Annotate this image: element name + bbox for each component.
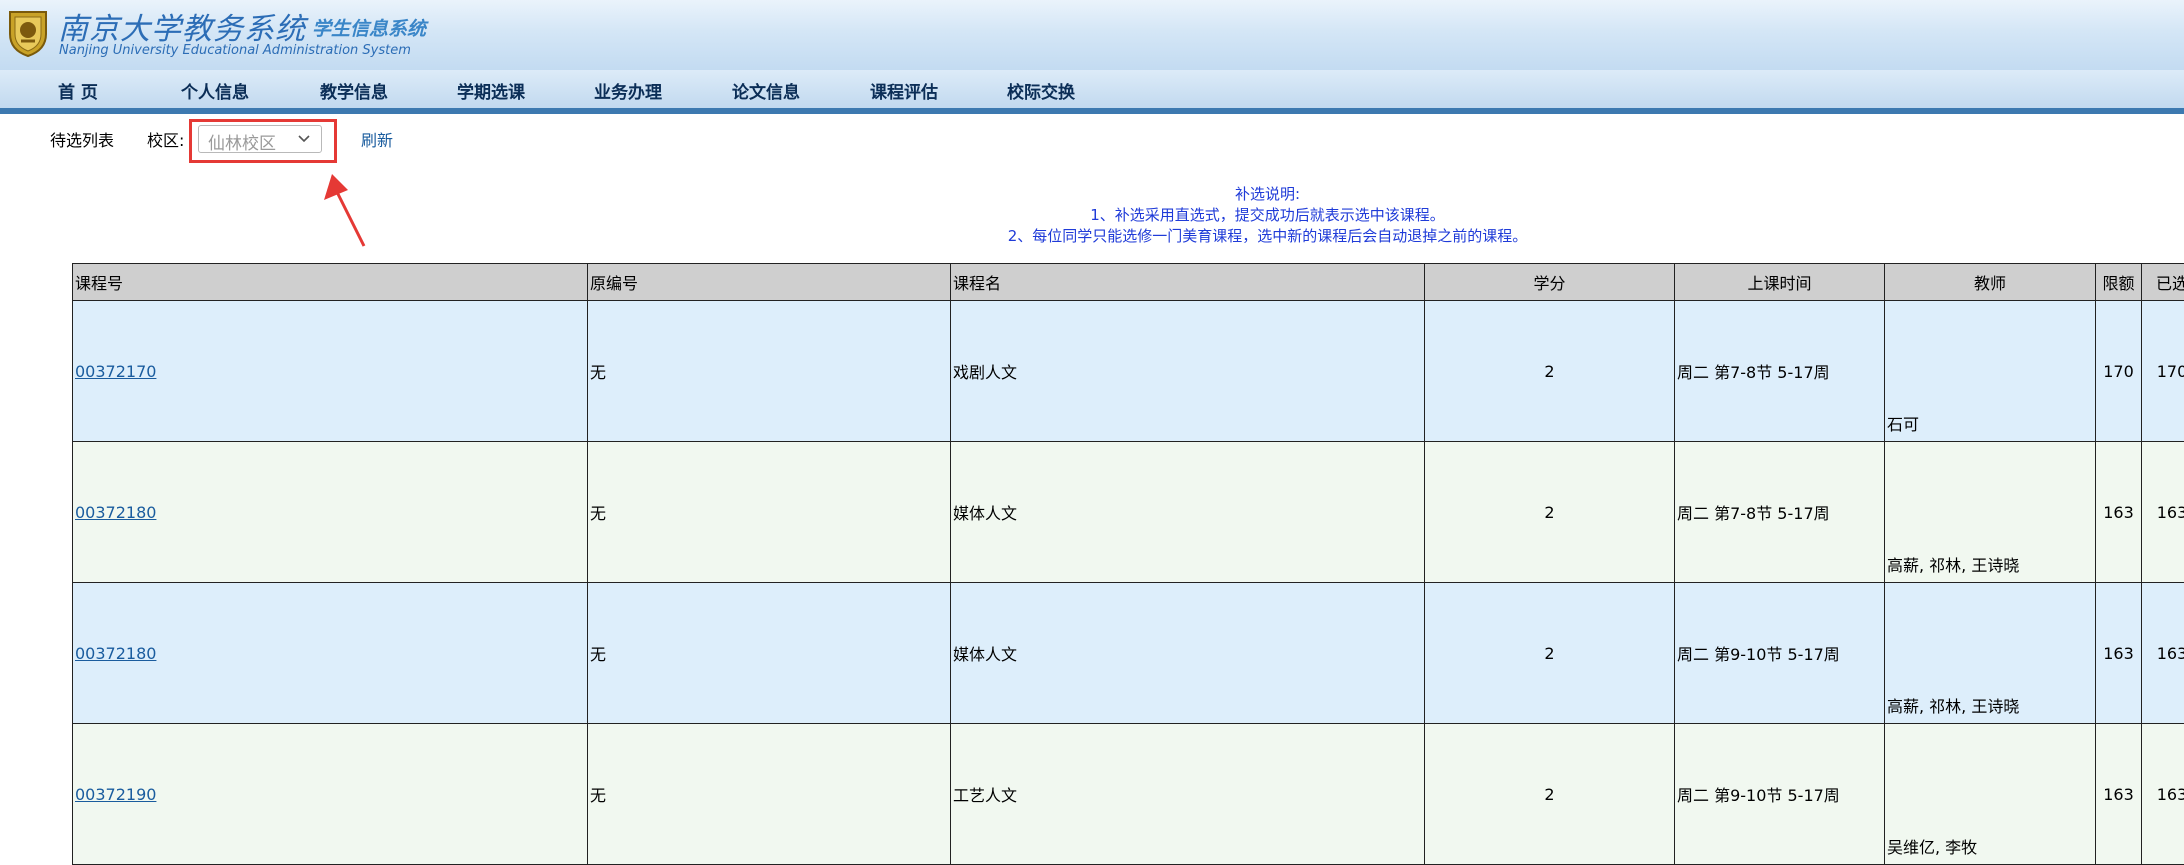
cell-limit: 163	[2096, 583, 2142, 724]
course-table: 课程号 原编号 课程名 学分 上课时间 教师 限额 已选 00372170 无 …	[72, 263, 2184, 865]
main-nav: 首 页 个人信息 教学信息 学期选课 业务办理 论文信息 课程评估 校际交换	[0, 70, 2184, 108]
cell-orig-no: 无	[588, 301, 951, 442]
cell-course-no: 00372180	[73, 583, 588, 724]
table-row[interactable]: 00372170 无 戏剧人文 2 周二 第7-8节 5-17周 石可 170 …	[73, 301, 2184, 442]
cell-orig-no: 无	[588, 583, 951, 724]
col-header-credits[interactable]: 学分	[1425, 264, 1675, 301]
cell-limit: 170	[2096, 301, 2142, 442]
app-title-english: Nanjing University Educational Administr…	[59, 43, 411, 58]
cell-credits: 2	[1425, 442, 1675, 583]
campus-highlight-box	[189, 119, 337, 163]
cell-course-no: 00372170	[73, 301, 588, 442]
cell-teacher: 高薪, 祁林, 王诗晓	[1885, 583, 2096, 724]
refresh-link[interactable]: 刷新	[361, 127, 393, 151]
cell-credits: 2	[1425, 724, 1675, 865]
cell-course-no: 00372190	[73, 724, 588, 865]
university-logo-icon	[6, 8, 50, 58]
course-no-link[interactable]: 00372170	[75, 362, 156, 381]
cell-time: 周二 第7-8节 5-17周	[1675, 301, 1885, 442]
col-header-teacher[interactable]: 教师	[1885, 264, 2096, 301]
cell-course-name: 媒体人文	[951, 583, 1425, 724]
cell-selected: 163	[2142, 442, 2184, 583]
cell-selected: 163	[2142, 583, 2184, 724]
col-header-selected[interactable]: 已选	[2142, 264, 2184, 301]
nav-item-business[interactable]: 业务办理	[594, 78, 662, 103]
course-no-link[interactable]: 00372190	[75, 785, 156, 804]
table-row[interactable]: 00372180 无 媒体人文 2 周二 第7-8节 5-17周 高薪, 祁林,…	[73, 442, 2184, 583]
cell-teacher: 吴维亿, 李牧	[1885, 724, 2096, 865]
cell-orig-no: 无	[588, 442, 951, 583]
campus-label: 校区:	[147, 127, 184, 151]
app-title: 南京大学教务系统	[58, 4, 306, 48]
nav-divider	[0, 108, 2184, 114]
cell-selected: 170	[2142, 301, 2184, 442]
cell-time: 周二 第7-8节 5-17周	[1675, 442, 1885, 583]
table-header-row: 课程号 原编号 课程名 学分 上课时间 教师 限额 已选	[73, 264, 2184, 301]
nav-item-teaching-info[interactable]: 教学信息	[320, 78, 388, 103]
app-subtitle: 学生信息系统	[312, 14, 426, 41]
course-no-link[interactable]: 00372180	[75, 644, 156, 663]
red-arrow-annotation-icon	[322, 170, 372, 250]
cell-orig-no: 无	[588, 724, 951, 865]
cell-course-name: 戏剧人文	[951, 301, 1425, 442]
cell-time: 周二 第9-10节 5-17周	[1675, 724, 1885, 865]
cell-selected: 163	[2142, 724, 2184, 865]
table-row[interactable]: 00372180 无 媒体人文 2 周二 第9-10节 5-17周 高薪, 祁林…	[73, 583, 2184, 724]
col-header-time[interactable]: 上课时间	[1675, 264, 1885, 301]
col-header-course-no[interactable]: 课程号	[73, 264, 588, 301]
table-row[interactable]: 00372190 无 工艺人文 2 周二 第9-10节 5-17周 吴维亿, 李…	[73, 724, 2184, 865]
notice-line-1: 1、补选采用直选式，提交成功后就表示选中该课程。	[700, 205, 1835, 226]
col-header-course-name[interactable]: 课程名	[951, 264, 1425, 301]
app-header: 南京大学教务系统 Nanjing University Educational …	[0, 0, 2184, 70]
pending-list-label: 待选列表	[50, 127, 114, 151]
notice-line-2: 2、每位同学只能选修一门美育课程，选中新的课程后会自动退掉之前的课程。	[700, 226, 1835, 247]
cell-limit: 163	[2096, 724, 2142, 865]
nav-item-home[interactable]: 首 页	[58, 78, 98, 103]
cell-course-no: 00372180	[73, 442, 588, 583]
course-no-link[interactable]: 00372180	[75, 503, 156, 522]
cell-limit: 163	[2096, 442, 2142, 583]
nav-item-thesis-info[interactable]: 论文信息	[732, 78, 800, 103]
nav-item-personal-info[interactable]: 个人信息	[181, 78, 249, 103]
cell-course-name: 工艺人文	[951, 724, 1425, 865]
cell-teacher: 高薪, 祁林, 王诗晓	[1885, 442, 2096, 583]
cell-credits: 2	[1425, 583, 1675, 724]
cell-course-name: 媒体人文	[951, 442, 1425, 583]
nav-item-exchange[interactable]: 校际交换	[1007, 78, 1075, 103]
col-header-limit[interactable]: 限额	[2096, 264, 2142, 301]
col-header-orig-no[interactable]: 原编号	[588, 264, 951, 301]
nav-item-course-selection[interactable]: 学期选课	[457, 78, 525, 103]
notice-title: 补选说明:	[700, 184, 1835, 205]
cell-credits: 2	[1425, 301, 1675, 442]
cell-teacher: 石可	[1885, 301, 2096, 442]
selection-notice: 补选说明: 1、补选采用直选式，提交成功后就表示选中该课程。 2、每位同学只能选…	[700, 184, 1835, 247]
nav-item-course-evaluation[interactable]: 课程评估	[870, 78, 938, 103]
cell-time: 周二 第9-10节 5-17周	[1675, 583, 1885, 724]
